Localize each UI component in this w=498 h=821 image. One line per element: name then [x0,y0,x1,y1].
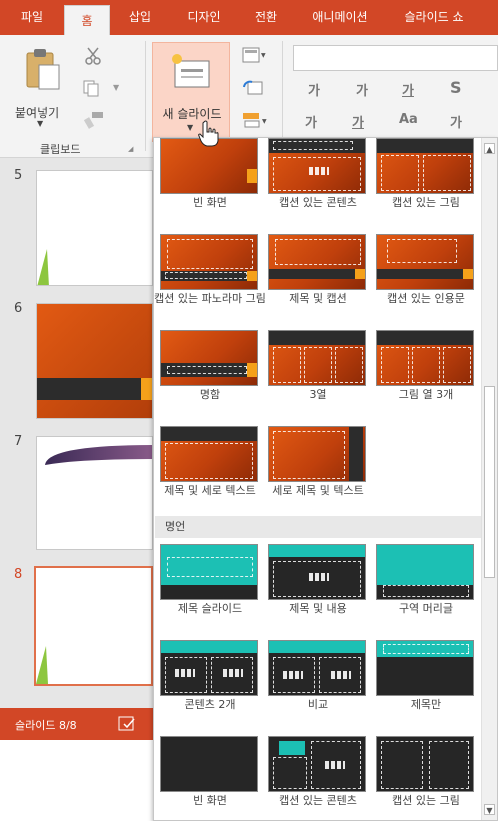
layout-caption: 캡션 있는 파노라마 그림 [154,292,266,305]
layout-caption: 제목 및 내용 [289,602,347,615]
font-color-icon[interactable]: 가 [352,112,364,131]
group-divider-2 [282,41,283,151]
layout-caption: 제목만 [410,698,442,711]
section-icon[interactable]: ▼ [242,111,270,129]
underline-icon[interactable]: 가 [402,80,414,99]
slide-thumbnail[interactable] [36,170,153,286]
layout-section-header: 명언 [155,516,481,538]
layout-caption: 세로 제목 및 텍스트 [272,484,364,497]
scroll-up-arrow-icon[interactable]: ▲ [484,143,495,154]
layout-caption: 콘텐츠 2개 [184,698,236,711]
layout-thumbnail[interactable] [376,234,474,290]
slide-thumbnail[interactable] [36,303,153,419]
slide-thumbnail[interactable] [36,436,153,550]
slide-graphic [45,445,152,465]
group-divider [145,41,146,151]
new-slide-label: 새 슬라이드 [162,107,222,121]
tab-file[interactable]: 파일 [0,0,64,35]
layout-caption: 제목 및 세로 텍스트 [164,484,256,497]
format-painter-icon[interactable] [84,111,104,129]
layout-thumbnail[interactable] [376,138,474,194]
tab-slide-show[interactable]: 슬라이드 쇼 [386,0,482,35]
layout-thumbnail[interactable] [160,426,258,482]
layout-caption: 제목 슬라이드 [177,602,243,615]
layout-thumbnail[interactable] [268,426,366,482]
layout-caption: 캡션 있는 콘텐츠 [279,794,357,807]
tab-home[interactable]: 홈 [64,5,110,35]
layout-thumbnail[interactable] [160,640,258,696]
slide-graphic [37,249,49,285]
clipboard-group-label: 클립보드 [40,143,81,156]
layout-caption: 캡션 있는 그림 [392,196,460,209]
layout-thumbnail[interactable] [160,330,258,386]
layout-caption: 3열 [309,388,327,401]
notes-icon[interactable] [118,716,136,732]
slide-title-band [37,378,152,400]
layout-caption: 캡션 있는 인용문 [387,292,465,305]
layout-thumbnail[interactable] [376,544,474,600]
layout-caption: 비교 [307,698,329,711]
font-name-box[interactable] [293,45,498,71]
hand-cursor-icon [198,120,219,147]
change-case-icon[interactable]: Aa [399,112,418,127]
slide-thumbnail-pane: 5 6 7 8 [0,158,153,708]
new-slide-layout-gallery: 빈 화면 캡션 있는 콘텐츠 캡션 있는 그림 캡션 있는 파노라마 그림 제목… [153,137,498,821]
layout-thumbnail[interactable] [268,640,366,696]
clear-format-icon[interactable]: 가 [450,112,462,131]
layout-caption: 캡션 있는 그림 [392,794,460,807]
increase-font-icon[interactable]: 가 [308,80,320,99]
layout-thumbnail[interactable] [160,234,258,290]
layout-thumbnail[interactable] [376,736,474,792]
layout-thumbnail[interactable] [268,138,366,194]
slide-number: 7 [14,434,23,449]
layout-caption: 빈 화면 [193,794,227,807]
reset-icon[interactable] [242,79,266,97]
svg-text:▼: ▼ [262,118,267,125]
layout-thumbnail[interactable] [268,544,366,600]
slide-number: 5 [14,168,23,183]
shadow-icon[interactable]: S [450,78,462,97]
layout-thumbnail[interactable] [268,736,366,792]
slide-thumbnail-selected[interactable] [34,566,153,686]
layout-caption: 빈 화면 [193,196,227,209]
layout-caption: 명함 [199,388,221,401]
tab-design[interactable]: 디자인 [170,0,238,35]
tab-animations[interactable]: 애니메이션 [294,0,386,35]
slide-accent [141,378,152,400]
layout-caption: 구역 머리글 [398,602,454,615]
layout-thumbnail[interactable] [160,544,258,600]
layout-caption: 제목 및 캡션 [289,292,347,305]
scroll-down-arrow-icon[interactable]: ▼ [484,804,495,815]
ribbon-tab-bar: 파일 홈 삽입 디자인 전환 애니메이션 슬라이드 쇼 [0,0,498,35]
svg-text:▼: ▼ [261,52,266,59]
cut-icon[interactable] [84,47,102,65]
layout-thumbnail[interactable] [160,736,258,792]
scrollbar-thumb[interactable] [484,386,495,578]
new-slide-icon [172,54,210,88]
layout-caption: 그림 열 3개 [398,388,454,401]
decrease-font-icon[interactable]: 가 [356,80,368,99]
layout-thumbnail[interactable] [268,330,366,386]
slide-graphic [36,646,48,684]
layout-thumbnail[interactable] [376,330,474,386]
status-bar: 슬라이드 8/8 [0,708,153,740]
paste-icon[interactable] [25,47,61,91]
layout-icon[interactable]: ▼ [242,47,266,65]
slide-counter: 슬라이드 8/8 [15,719,77,732]
layout-thumbnail[interactable] [268,234,366,290]
tab-insert[interactable]: 삽입 [110,0,170,35]
clipboard-launcher-icon[interactable]: ◢ [128,145,133,153]
layout-caption: 캡션 있는 콘텐츠 [279,196,357,209]
gallery-scrollbar[interactable]: ▲ ▼ [481,138,497,820]
copy-icon[interactable] [82,79,100,97]
copy-dropdown-arrow[interactable]: ▼ [113,83,119,92]
highlight-icon[interactable]: 가 [305,112,317,131]
slide-number-selected: 8 [14,567,23,582]
new-slide-dropdown-arrow: ▼ [187,123,194,132]
layout-thumbnail[interactable] [376,640,474,696]
slide-number: 6 [14,301,23,316]
tab-transitions[interactable]: 전환 [238,0,294,35]
paste-dropdown-arrow[interactable]: ▼ [37,119,43,128]
